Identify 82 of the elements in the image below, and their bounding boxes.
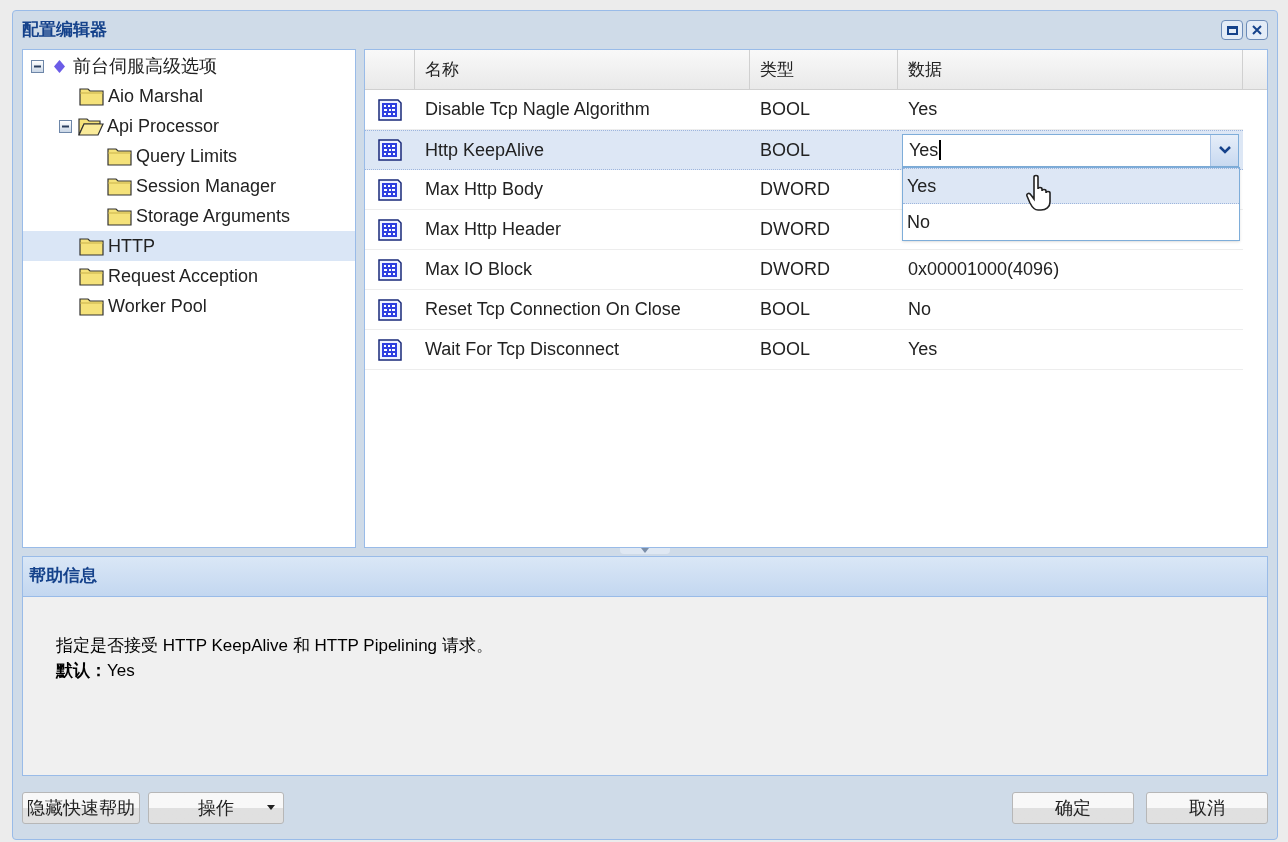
table-row[interactable]: Max IO Block DWORD <box>365 250 898 290</box>
folder-icon <box>79 266 105 286</box>
table-row[interactable]: Http KeepAlive BOOL <box>365 130 898 170</box>
table-row[interactable]: Max Http Body DWORD <box>365 170 898 210</box>
collapse-icon[interactable] <box>59 119 72 133</box>
table-cell-text: BOOL <box>759 298 812 321</box>
table-cell-text: Yes <box>908 98 938 121</box>
table-row[interactable]: Wait For Tcp Disconnect BOOL <box>365 330 898 370</box>
table-cell-text: BOOL <box>759 338 812 361</box>
table-cell-text: DWORD <box>759 218 831 241</box>
table-cell-text: Yes <box>908 338 938 361</box>
button[interactable]: 隐藏快速帮助 <box>22 792 140 824</box>
window-title: 配置编辑器 <box>22 19 107 42</box>
table-cell-text: DWORD <box>759 258 831 281</box>
tree-item[interactable]: 前台伺服高级选项 <box>23 51 355 81</box>
dropdown-option[interactable]: No <box>903 204 1239 240</box>
button[interactable]: 取消 <box>1146 792 1268 824</box>
folder-icon <box>79 296 105 316</box>
diamond-icon <box>54 59 65 73</box>
tree-item[interactable]: Request Acception <box>23 261 355 291</box>
dropdown-option[interactable]: Yes <box>903 168 1239 204</box>
table-cell-text: BOOL <box>759 138 812 162</box>
table-cell-text: BOOL <box>759 98 812 121</box>
tree-label: Session Manager <box>136 174 277 198</box>
splitter-handle[interactable] <box>620 548 670 554</box>
table-cell-text: Wait For Tcp Disconnect <box>424 338 621 361</box>
tree-label: Aio Marshal <box>108 84 204 108</box>
tree-label: Query Limits <box>136 144 238 168</box>
table-row[interactable]: Reset Tcp Connection On Close BOOL <box>365 290 898 330</box>
table-row[interactable]: Max Http Header DWORD <box>365 210 898 250</box>
tree-item[interactable]: HTTP <box>23 231 355 261</box>
folder-icon <box>107 146 133 166</box>
table-cell-text: Disable Tcp Nagle Algorithm <box>424 98 651 121</box>
table-cell-text: Max IO Block <box>424 258 534 281</box>
column-header[interactable]: 数据 <box>898 50 1243 89</box>
tree-item[interactable]: Session Manager <box>23 171 355 201</box>
close-icon <box>1251 24 1263 36</box>
open-folder-icon <box>78 116 104 136</box>
table-cell-text: 0x00001000(4096) <box>908 258 1060 281</box>
tree-label: Api Processor <box>107 114 220 138</box>
table-cell-text: No <box>908 298 931 321</box>
column-header[interactable]: 名称 <box>415 50 750 89</box>
folder-icon <box>79 236 105 256</box>
table-cell-text: Reset Tcp Connection On Close <box>424 298 682 321</box>
tree-item[interactable]: Aio Marshal <box>23 81 355 111</box>
button[interactable]: 确定 <box>1012 792 1134 824</box>
column-header[interactable]: 类型 <box>750 50 898 89</box>
tree-label: Worker Pool <box>108 294 207 318</box>
config-icon <box>377 217 403 242</box>
caret-icon <box>267 805 275 810</box>
folder-icon <box>107 176 133 196</box>
config-icon <box>377 177 403 202</box>
maximize-button[interactable] <box>1221 20 1243 40</box>
table-cell-text: Max Http Header <box>424 218 563 241</box>
chevron-down-icon[interactable] <box>1210 134 1238 166</box>
help-text: 默认：Yes <box>56 660 136 682</box>
menu-button[interactable]: 操作 <box>148 792 284 824</box>
tree-item[interactable]: Api Processor <box>23 111 355 141</box>
dropdown-field[interactable]: Yes <box>902 133 1239 167</box>
tree-item[interactable]: Storage Arguments <box>23 201 355 231</box>
folder-icon <box>79 86 105 106</box>
tree-label: 前台伺服高级选项 <box>73 54 217 78</box>
config-icon <box>377 337 403 362</box>
table-cell-text: Http KeepAlive <box>424 138 546 162</box>
tree-item[interactable]: Query Limits <box>23 141 355 171</box>
help-title: 帮助信息 <box>29 564 97 587</box>
config-icon <box>377 97 403 122</box>
tree-label: HTTP <box>108 234 155 258</box>
tree-label: Storage Arguments <box>136 204 291 228</box>
help-text: 指定是否接受 HTTP KeepAlive 和 HTTP Pipelining 请求。 <box>56 635 494 657</box>
config-icon <box>377 138 403 162</box>
maximize-icon <box>1226 25 1238 35</box>
table-cell-text: Max Http Body <box>424 178 545 201</box>
table-cell-text: DWORD <box>759 178 831 201</box>
collapse-icon[interactable] <box>31 59 44 73</box>
config-icon <box>377 297 403 322</box>
config-icon <box>377 257 403 282</box>
tree-item[interactable]: Worker Pool <box>23 291 355 321</box>
folder-icon <box>107 206 133 226</box>
field-value: Yes <box>909 139 942 160</box>
close-button[interactable] <box>1246 20 1268 40</box>
tree-label: Request Acception <box>108 264 259 288</box>
